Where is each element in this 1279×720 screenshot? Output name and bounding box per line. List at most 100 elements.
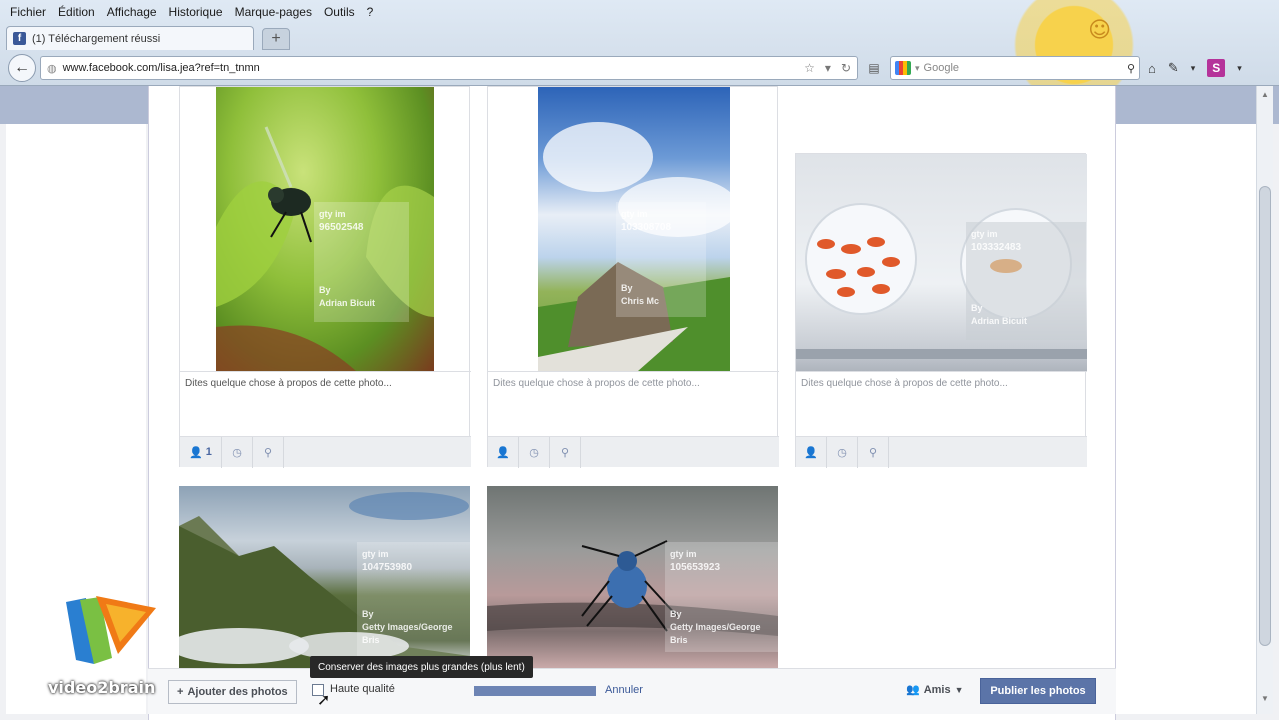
- new-tab-button[interactable]: +: [262, 28, 290, 50]
- photo-mountains[interactable]: gty im 104753980 By Getty Images/George …: [179, 486, 470, 668]
- search-engine-dropdown-icon[interactable]: ▾: [915, 63, 920, 74]
- tag-count: 1: [205, 446, 212, 458]
- photo-card: gty im 96502548 By Adrian Bicuit Dites q…: [179, 86, 471, 468]
- audience-label: Amis: [923, 683, 951, 696]
- chevron-down-icon: ▼: [954, 684, 964, 695]
- caption-field[interactable]: Dites quelque chose à propos de cette ph…: [180, 371, 471, 437]
- video2brain-watermark: video2brain: [48, 594, 158, 704]
- gi-author: Chris Mc: [621, 296, 660, 306]
- tag-people-button[interactable]: 👤: [796, 436, 827, 468]
- addon-s-icon[interactable]: S: [1207, 59, 1226, 77]
- photo-card: gty im 103308708 By Chris Mc Dites quelq…: [487, 86, 779, 468]
- clock-icon: ◷: [529, 446, 539, 459]
- location-button[interactable]: ⚲: [858, 436, 889, 468]
- tag-people-button[interactable]: 👤: [488, 436, 519, 468]
- photo-card: gty im 105653923 By Getty Images/George …: [487, 486, 778, 668]
- audience-selector[interactable]: 👥 Amis ▼: [906, 683, 964, 697]
- reload-icon[interactable]: ↻: [841, 61, 851, 75]
- search-icon[interactable]: ⚲: [1127, 62, 1135, 75]
- progress-fill: [474, 686, 596, 696]
- add-photos-label: Ajouter des photos: [187, 686, 288, 698]
- map-pin-icon: ⚲: [560, 446, 570, 459]
- gi-by: By: [319, 285, 331, 295]
- gi-by: By: [670, 609, 682, 619]
- gi-id: 103332483: [971, 242, 1022, 253]
- add-photos-button[interactable]: + Ajouter des photos: [168, 680, 297, 704]
- scroll-down-icon[interactable]: ▼: [1260, 694, 1270, 703]
- caption-field[interactable]: Dites quelque chose à propos de cette ph…: [796, 371, 1087, 437]
- gi-by: By: [621, 283, 633, 293]
- cancel-link[interactable]: Annuler: [605, 684, 643, 696]
- browser-tab[interactable]: f (1) Téléchargement réussi: [6, 26, 254, 50]
- url-bar[interactable]: ◍ www.facebook.com/lisa.jea?ref=tn_tnmn …: [40, 56, 858, 80]
- tag-people-button[interactable]: 👤 1: [180, 436, 222, 468]
- back-button[interactable]: ←: [8, 54, 36, 82]
- photo-goldfish[interactable]: gty im 103332483 By Adrian Bicuit: [796, 154, 1087, 371]
- menu-fichier[interactable]: Fichier: [10, 5, 46, 19]
- photo-card: gty im 104753980 By Getty Images/George …: [179, 486, 470, 668]
- dialog-footer: + Ajouter des photos Haute qualité Annul…: [148, 668, 1116, 714]
- upload-progress-bar: [474, 686, 596, 696]
- gi-author: Adrian Bicuit: [971, 316, 1028, 326]
- person-add-icon: 👤: [804, 446, 818, 459]
- arrow-left-icon: ←: [14, 59, 30, 76]
- gi-id: 105653923: [670, 562, 721, 573]
- sun-face-icon: ☺: [1088, 18, 1111, 43]
- person-icon: 👤: [189, 446, 203, 459]
- gi-label: gty im: [621, 209, 648, 219]
- url-text: www.facebook.com/lisa.jea?ref=tn_tnmn: [62, 62, 260, 74]
- getty-watermark: gty im 105653923 By Getty Images/George …: [665, 542, 778, 652]
- gi-by: By: [362, 609, 374, 619]
- menu-historique[interactable]: Historique: [169, 5, 223, 19]
- gi-label: gty im: [319, 209, 346, 219]
- gi-label: gty im: [362, 549, 389, 559]
- high-quality-tooltip: Conserver des images plus grandes (plus …: [310, 656, 533, 678]
- photo-stone-house[interactable]: gty im 103308708 By Chris Mc: [538, 87, 730, 371]
- video2brain-text: video2brain: [48, 678, 156, 697]
- photo-tag-bar: 👤 ◷ ⚲: [796, 436, 1087, 468]
- map-pin-icon: ⚲: [263, 446, 273, 459]
- photo-tag-bar: 👤 1 ◷ ⚲: [180, 436, 471, 468]
- page-scrollbar[interactable]: ▲ ▼: [1256, 86, 1273, 714]
- high-quality-label: Haute qualité: [330, 683, 395, 695]
- person-add-icon: 👤: [496, 446, 510, 459]
- menu-aide[interactable]: ?: [367, 5, 374, 19]
- gi-author: Adrian Bicuit: [319, 298, 376, 308]
- photo-fly-plant[interactable]: gty im 96502548 By Adrian Bicuit: [216, 87, 434, 371]
- location-button[interactable]: ⚲: [550, 436, 581, 468]
- dropdown-icon[interactable]: ▾: [825, 61, 831, 75]
- location-button[interactable]: ⚲: [253, 436, 284, 468]
- tab-strip: f (1) Téléchargement réussi +: [6, 24, 290, 50]
- menu-edition[interactable]: Édition: [58, 5, 95, 19]
- date-button[interactable]: ◷: [222, 436, 253, 468]
- date-button[interactable]: ◷: [827, 436, 858, 468]
- menu-affichage[interactable]: Affichage: [107, 5, 157, 19]
- search-bar[interactable]: ▾ Google ⚲: [890, 56, 1140, 80]
- getty-watermark: gty im 104753980 By Getty Images/George …: [357, 542, 470, 662]
- gi-author: Getty Images/George Bris: [362, 622, 453, 645]
- caption-field[interactable]: Dites quelque chose à propos de cette ph…: [488, 371, 779, 437]
- feed-icon[interactable]: ▤: [864, 58, 884, 78]
- gi-id: 104753980: [362, 562, 413, 573]
- menu-marque-pages[interactable]: Marque-pages: [235, 5, 312, 19]
- gi-by: By: [971, 303, 983, 313]
- clock-icon: ◷: [837, 446, 847, 459]
- home-icon[interactable]: ⌂: [1148, 61, 1156, 76]
- date-button[interactable]: ◷: [519, 436, 550, 468]
- gi-label: gty im: [971, 229, 998, 239]
- facebook-favicon-icon: f: [13, 32, 26, 45]
- google-icon: [895, 61, 911, 75]
- publish-photos-button[interactable]: Publier les photos: [980, 678, 1096, 704]
- menu-outils[interactable]: Outils: [324, 5, 355, 19]
- getty-watermark: gty im 103308708 By Chris Mc: [616, 202, 706, 317]
- bookmark-star-icon[interactable]: ☆: [804, 61, 815, 75]
- scroll-thumb[interactable]: [1259, 186, 1271, 646]
- search-input[interactable]: Google: [924, 62, 959, 74]
- scroll-up-icon[interactable]: ▲: [1260, 90, 1270, 99]
- clock-icon: ◷: [232, 446, 242, 459]
- extension-dropdown-icon[interactable]: ▾: [1191, 63, 1196, 74]
- addon-dropdown-icon[interactable]: ▾: [1237, 63, 1242, 74]
- globe-icon: ◍: [47, 62, 57, 75]
- extension-icon[interactable]: ✎: [1168, 60, 1179, 76]
- photo-beetle[interactable]: gty im 105653923 By Getty Images/George …: [487, 486, 778, 668]
